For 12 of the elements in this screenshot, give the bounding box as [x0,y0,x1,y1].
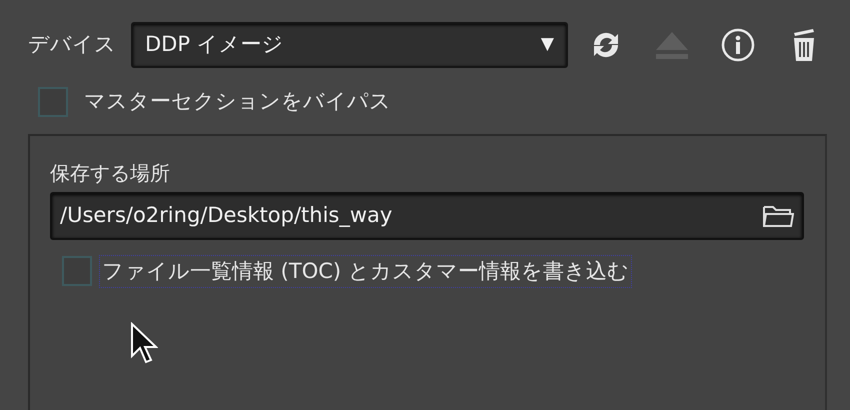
bypass-label[interactable]: マスターセクションをバイパス [84,86,391,118]
cursor-icon [130,322,158,366]
info-icon [721,28,755,62]
device-label: デバイス [28,31,117,58]
toc-checkbox[interactable] [62,256,92,286]
eject-icon [654,30,690,60]
path-field[interactable]: /Users/o2ring/Desktop/this_way [50,192,804,240]
trash-icon [791,28,817,62]
toc-label[interactable]: ファイル一覧情報 (TOC) とカスタマー情報を書き込む [100,256,631,287]
save-location-label: 保存する場所 [50,160,171,186]
bypass-checkbox[interactable] [38,86,68,117]
device-dropdown[interactable]: DDP イメージ ▼ [131,22,568,68]
